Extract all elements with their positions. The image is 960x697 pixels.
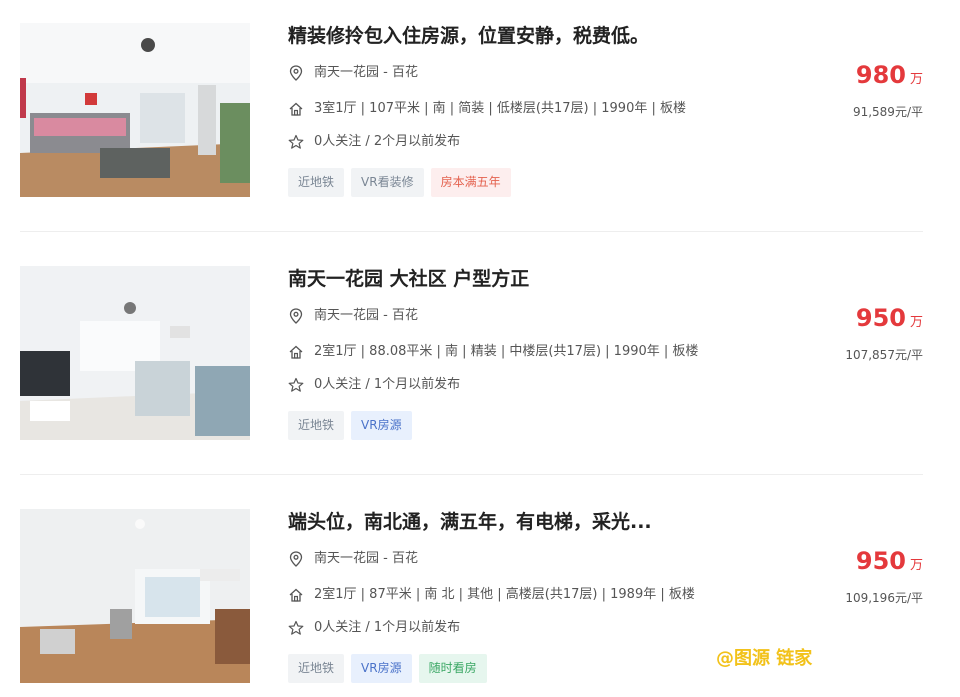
tag-list: 近地铁 VR看装修 房本满五年 (288, 168, 511, 197)
listing-photo[interactable] (20, 266, 250, 440)
house-info-row: 2室1厅 | 87平米 | 南 北 | 其他 | 高楼层(共17层) | 198… (288, 586, 695, 604)
location-pin-icon (288, 551, 304, 567)
price-value: 950 (855, 547, 906, 575)
tag-list: 近地铁 VR房源 随时看房 (288, 654, 487, 683)
tag: 随时看房 (418, 654, 487, 683)
listing-photo[interactable] (20, 509, 250, 683)
total-price: 950 万 (856, 547, 923, 575)
tag: 近地铁 (288, 168, 345, 197)
star-icon (288, 620, 304, 636)
tag: VR房源 (351, 411, 412, 440)
location-row: 南天一花园 - 百花 (288, 64, 418, 82)
house-info-text: 2室1厅 | 87平米 | 南 北 | 其他 | 高楼层(共17层) | 198… (314, 587, 695, 602)
unit-price: 107,857元/平 (845, 348, 923, 362)
price-unit: 万 (909, 315, 923, 330)
price-unit: 万 (909, 558, 923, 573)
tag: 房本满五年 (430, 168, 511, 197)
tag: VR看装修 (351, 168, 424, 197)
watermark: @图源 链家 (716, 648, 813, 669)
follow-info-row: 0人关注 / 1个月以前发布 (288, 619, 460, 637)
location-row: 南天一花园 - 百花 (288, 307, 418, 325)
tag-list: 近地铁 VR房源 (288, 411, 412, 440)
price-value: 980 (855, 61, 906, 89)
unit-price: 91,589元/平 (852, 105, 923, 119)
divider (20, 231, 923, 232)
listing-title[interactable]: 精装修拎包入住房源，位置安静，税费低。 (288, 23, 649, 49)
follow-info-row: 0人关注 / 1个月以前发布 (288, 376, 460, 394)
house-icon (288, 587, 304, 603)
location-link[interactable]: 南天一花园 - 百花 (314, 550, 418, 568)
house-info-row: 2室1厅 | 88.08平米 | 南 | 精装 | 中楼层(共17层) | 19… (288, 343, 698, 361)
tag: 近地铁 (288, 654, 345, 683)
location-link[interactable]: 南天一花园 - 百花 (314, 307, 418, 325)
tag: VR房源 (351, 654, 412, 683)
follow-info-text: 0人关注 / 1个月以前发布 (314, 377, 461, 392)
house-icon (288, 101, 304, 117)
location-pin-icon (288, 308, 304, 324)
follow-info-text: 0人关注 / 1个月以前发布 (314, 620, 461, 635)
total-price: 950 万 (856, 304, 923, 332)
house-info-text: 2室1厅 | 88.08平米 | 南 | 精装 | 中楼层(共17层) | 19… (314, 344, 699, 359)
unit-price: 109,196元/平 (845, 591, 923, 605)
house-info-row: 3室1厅 | 107平米 | 南 | 简装 | 低楼层(共17层) | 1990… (288, 100, 686, 118)
listing-title[interactable]: 南天一花园 大社区 户型方正 (288, 266, 529, 292)
listing-title[interactable]: 端头位，南北通，满五年，有电梯，采光... (288, 509, 652, 535)
listing-photo[interactable] (20, 23, 250, 197)
house-info-text: 3室1厅 | 107平米 | 南 | 简装 | 低楼层(共17层) | 1990… (314, 101, 686, 116)
follow-info-text: 0人关注 / 2个月以前发布 (314, 134, 461, 149)
tag: 近地铁 (288, 411, 345, 440)
house-icon (288, 344, 304, 360)
listing-card[interactable]: 精装修拎包入住房源，位置安静，税费低。 南天一花园 - 百花 3室1厅 | 10… (20, 23, 923, 197)
star-icon (288, 377, 304, 393)
location-pin-icon (288, 65, 304, 81)
price-unit: 万 (909, 72, 923, 87)
divider (20, 474, 923, 475)
listing-card[interactable]: 南天一花园 大社区 户型方正 南天一花园 - 百花 2室1厅 | 88.08平米… (20, 266, 923, 440)
total-price: 980 万 (856, 61, 923, 89)
location-link[interactable]: 南天一花园 - 百花 (314, 64, 418, 82)
follow-info-row: 0人关注 / 2个月以前发布 (288, 133, 460, 151)
price-value: 950 (855, 304, 906, 332)
star-icon (288, 134, 304, 150)
location-row: 南天一花园 - 百花 (288, 550, 418, 568)
